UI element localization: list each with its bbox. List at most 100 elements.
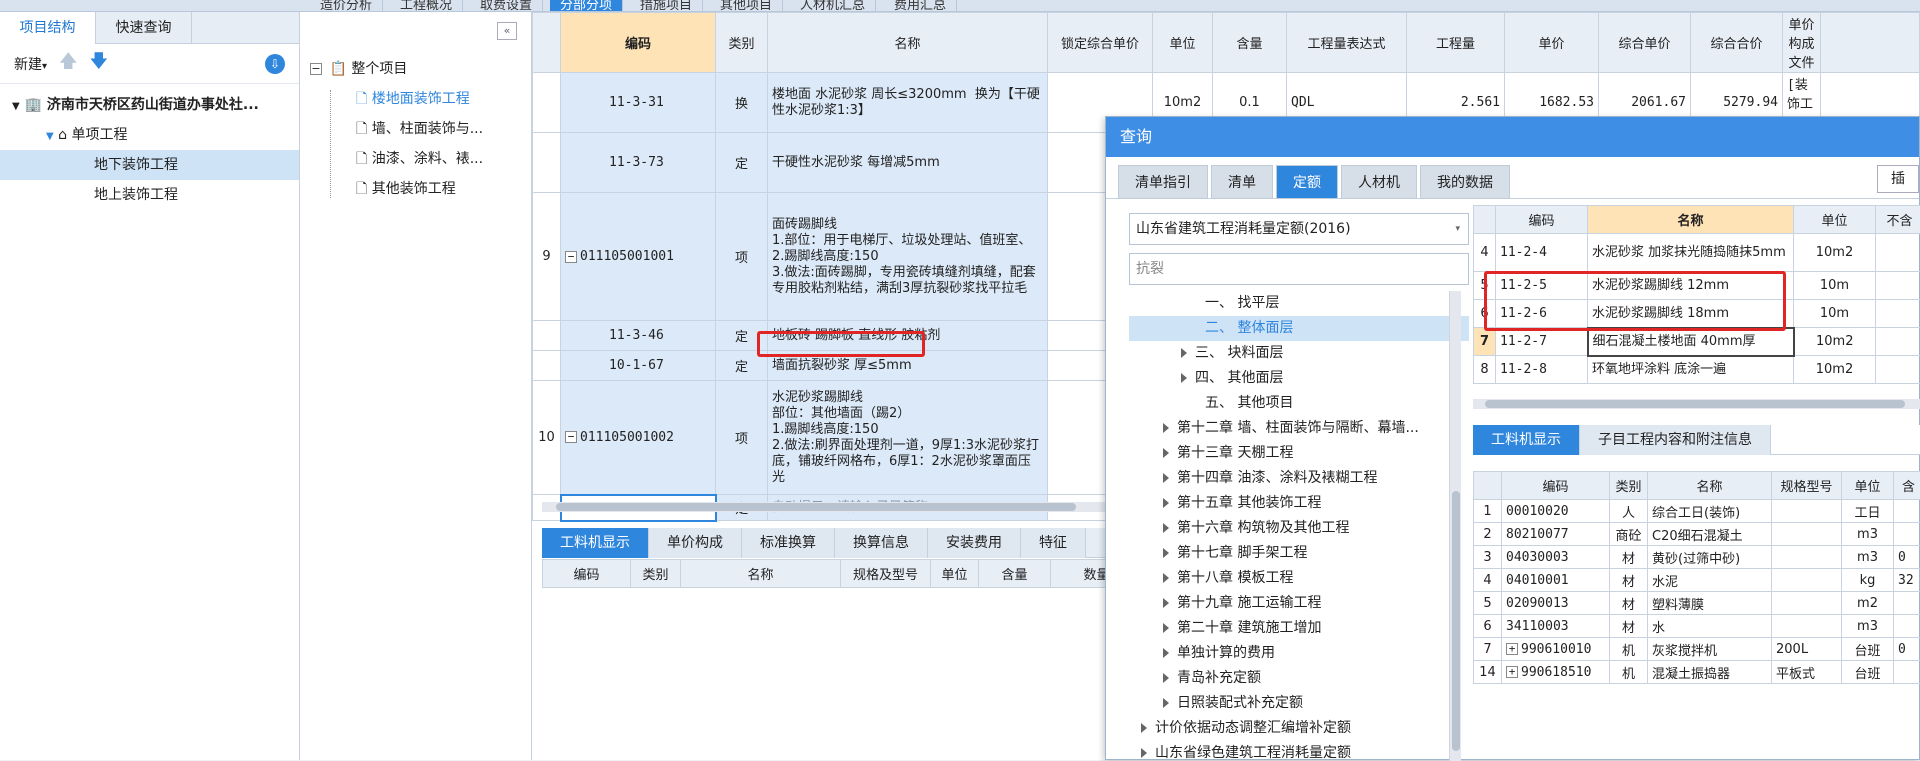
chapter-tree-item[interactable]: 日照装配式补充定额 bbox=[1129, 691, 1469, 716]
expand-icon[interactable] bbox=[1141, 748, 1147, 758]
chapter-tree-item[interactable]: 第十五章 其他装饰工程 bbox=[1129, 491, 1469, 516]
chapter-tree-item[interactable]: 四、 其他面层 bbox=[1129, 366, 1469, 391]
row-code[interactable]: −011105001002 bbox=[561, 381, 716, 495]
expand-icon[interactable] bbox=[1163, 648, 1169, 658]
row-name[interactable]: 楼地面 水泥砂浆 周长≤3200mm 换为【干硬性水泥砂浆1:3】 bbox=[768, 73, 1048, 133]
quota-hscroll[interactable] bbox=[1473, 399, 1920, 409]
table-row[interactable]: 7+990610010机灰浆搅拌机200L台班0 bbox=[1474, 638, 1920, 661]
horizontal-scrollbar[interactable] bbox=[542, 502, 1112, 512]
col-header[interactable]: 名称 bbox=[1648, 472, 1772, 500]
chapter-tree-item[interactable]: 第十八章 模板工程 bbox=[1129, 566, 1469, 591]
chapter-tree-item[interactable]: 单独计算的费用 bbox=[1129, 641, 1469, 666]
chapter-tree-item[interactable]: 第二十章 建筑施工增加 bbox=[1129, 616, 1469, 641]
top-tab[interactable]: 措施项目 bbox=[630, 0, 703, 12]
sub-tab[interactable]: 工料机显示 bbox=[1473, 425, 1580, 455]
row-code[interactable]: −011105001001 bbox=[561, 193, 716, 321]
top-tab[interactable]: 其他项目 bbox=[710, 0, 783, 12]
col-header[interactable]: 工程量 bbox=[1407, 13, 1505, 73]
col-header[interactable]: 类别 bbox=[716, 13, 768, 73]
col-header[interactable]: 锁定综合单价 bbox=[1048, 13, 1153, 73]
tree-item-underground[interactable]: 地下装饰工程 bbox=[0, 150, 299, 180]
tree-item-aboveground[interactable]: 地上装饰工程 bbox=[0, 180, 299, 210]
import-icon[interactable]: ⇩ bbox=[265, 54, 285, 74]
col-header[interactable]: 工程量表达式 bbox=[1287, 13, 1407, 73]
top-tab[interactable]: 取费设置 bbox=[470, 0, 543, 12]
tree-unit-project[interactable]: ▼ ⌂ 单项工程 bbox=[0, 120, 299, 150]
expand-icon[interactable] bbox=[1181, 348, 1187, 358]
row-code[interactable]: 11-3-31 bbox=[561, 73, 716, 133]
col-header[interactable]: 类别 bbox=[631, 560, 681, 588]
bottom-tab[interactable]: 标准换算 bbox=[742, 528, 835, 558]
table-row[interactable]: 502090013材塑料薄膜m2 bbox=[1474, 592, 1920, 615]
collapse-panel-button[interactable]: « bbox=[497, 22, 517, 40]
row-code[interactable]: 11-3-73 bbox=[561, 133, 716, 193]
col-header[interactable]: 含量 bbox=[979, 560, 1051, 588]
table-row[interactable]: 14+990618510机混凝土振捣器平板式台班 bbox=[1474, 661, 1920, 684]
row-name[interactable]: 面砖踢脚线 1.部位：用于电梯厅、垃圾处理站、值班室、 2.踢脚线高度:150 … bbox=[768, 193, 1048, 321]
chapter-tree-item[interactable]: 一、 找平层 bbox=[1129, 291, 1469, 316]
bottom-tab[interactable]: 单价构成 bbox=[649, 528, 742, 558]
move-up-icon[interactable]: 🡅 bbox=[59, 49, 78, 79]
scroll-thumb[interactable] bbox=[1452, 491, 1460, 751]
top-tab[interactable]: 费用汇总 bbox=[884, 0, 957, 12]
quota-library-select[interactable]: 山东省建筑工程消耗量定额(2016) ▾ bbox=[1129, 213, 1469, 245]
col-header[interactable]: 单价构成文件 bbox=[1783, 13, 1821, 73]
collapse-icon[interactable]: − bbox=[565, 251, 577, 263]
search-input[interactable]: 抗裂 bbox=[1129, 253, 1469, 285]
expand-icon[interactable] bbox=[1163, 523, 1169, 533]
col-header[interactable]: 含量 bbox=[1213, 13, 1287, 73]
bottom-tab[interactable]: 工料机显示 bbox=[542, 528, 649, 558]
chapter-tree-item[interactable]: 第十二章 墙、柱面装饰与隔断、幕墙... bbox=[1129, 416, 1469, 441]
col-header[interactable]: 含 bbox=[1894, 472, 1920, 500]
table-row[interactable]: 634110003材水m3 bbox=[1474, 615, 1920, 638]
table-row[interactable]: 404010001材水泥kg32 bbox=[1474, 569, 1920, 592]
chapter-tree-item[interactable]: 计价依据动态调整汇编增补定额 bbox=[1129, 716, 1469, 741]
tree-root[interactable]: − 📋 整个项目 bbox=[300, 54, 531, 84]
col-header[interactable]: 编码 bbox=[1502, 472, 1610, 500]
top-tab[interactable]: 工程概况 bbox=[390, 0, 463, 12]
col-header[interactable]: 规格型号 bbox=[1772, 472, 1842, 500]
chapter-tree-item[interactable]: 五、 其他项目 bbox=[1129, 391, 1469, 416]
expand-icon[interactable] bbox=[1163, 698, 1169, 708]
col-header[interactable]: 单位 bbox=[931, 560, 979, 588]
row-name[interactable]: 干硬性水泥砂浆 每增减5mm bbox=[768, 133, 1048, 193]
row-name[interactable]: 水泥砂浆踢脚线 部位：其他墙面（踢2） 1.踢脚线高度:150 2.做法:刷界面… bbox=[768, 381, 1048, 495]
tree-scrollbar[interactable] bbox=[1449, 291, 1461, 761]
col-header[interactable]: 编码 bbox=[543, 560, 631, 588]
bottom-tab[interactable]: 特征 bbox=[1021, 528, 1086, 558]
scroll-thumb[interactable] bbox=[556, 503, 1076, 511]
col-header[interactable]: 单位 bbox=[1153, 13, 1213, 73]
tab-project-structure[interactable]: 项目结构 bbox=[0, 12, 96, 44]
col-header[interactable]: 综合合价 bbox=[1691, 13, 1783, 73]
chapter-tree-item[interactable]: 青岛补充定额 bbox=[1129, 666, 1469, 691]
expand-icon[interactable] bbox=[1163, 623, 1169, 633]
col-header[interactable]: 不含 bbox=[1876, 206, 1920, 234]
move-down-icon[interactable]: 🡇 bbox=[90, 49, 109, 79]
table-row[interactable]: 411-2-4水泥砂浆 加浆抹光随捣随抹5mm10m2 bbox=[1474, 234, 1920, 272]
chapter-tree-item[interactable]: 第十七章 脚手架工程 bbox=[1129, 541, 1469, 566]
collapse-icon[interactable]: ▼ bbox=[46, 131, 54, 142]
col-header[interactable]: 编码 bbox=[561, 13, 716, 73]
col-header[interactable]: 单位 bbox=[1794, 206, 1876, 234]
chapter-tree-item[interactable]: 二、 整体面层 bbox=[1129, 316, 1469, 341]
top-tab[interactable]: 人材机汇总 bbox=[790, 0, 876, 12]
collapse-icon[interactable]: − bbox=[565, 431, 577, 443]
dialog-tab[interactable]: 清单 bbox=[1211, 165, 1273, 199]
collapse-icon[interactable]: − bbox=[310, 63, 322, 75]
col-header[interactable]: 规格及型号 bbox=[841, 560, 931, 588]
dialog-tab[interactable]: 人材机 bbox=[1341, 165, 1417, 199]
col-header[interactable]: 综合单价 bbox=[1599, 13, 1691, 73]
col-header[interactable]: 类别 bbox=[1610, 472, 1648, 500]
tree-project[interactable]: ▼ 🏢 济南市天桥区药山街道办事处社... bbox=[0, 90, 299, 120]
top-tab[interactable]: 造价分析 bbox=[310, 0, 383, 12]
expand-icon[interactable] bbox=[1163, 498, 1169, 508]
chapter-tree-item[interactable]: 第十四章 油漆、涂料及裱糊工程 bbox=[1129, 466, 1469, 491]
expand-icon[interactable]: + bbox=[1506, 643, 1518, 655]
top-tab[interactable]: 分部分项 bbox=[550, 0, 623, 12]
expand-icon[interactable] bbox=[1163, 473, 1169, 483]
expand-icon[interactable] bbox=[1163, 673, 1169, 683]
chapter-tree-item[interactable]: 第十三章 天棚工程 bbox=[1129, 441, 1469, 466]
col-header[interactable]: 名称 bbox=[768, 13, 1048, 73]
expand-icon[interactable] bbox=[1181, 373, 1187, 383]
new-button[interactable]: 新建▾ bbox=[14, 54, 47, 74]
